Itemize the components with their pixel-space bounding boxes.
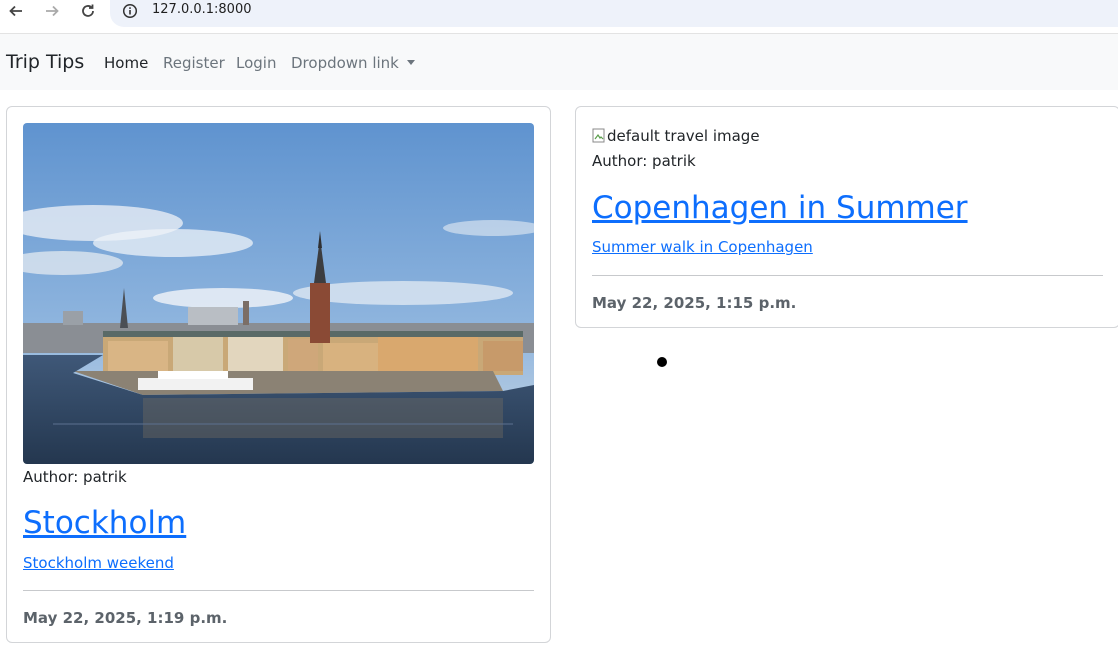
stockholm-photo [23, 123, 534, 464]
post-card-copenhagen: default travel image Author: patrik Cope… [575, 106, 1118, 328]
post-date: May 22, 2025, 1:15 p.m. [592, 294, 797, 312]
image-alt-text: default travel image [607, 127, 760, 145]
mouse-cursor [657, 357, 667, 367]
reload-icon[interactable] [77, 0, 99, 22]
nav-link-home[interactable]: Home [104, 54, 148, 72]
forward-arrow-icon[interactable] [41, 0, 63, 22]
back-arrow-icon[interactable] [5, 0, 27, 22]
address-bar[interactable]: 127.0.0.1:8000 [110, 0, 1118, 27]
post-date: May 22, 2025, 1:19 p.m. [23, 609, 228, 627]
address-url[interactable]: 127.0.0.1:8000 [152, 2, 252, 17]
post-author: Author: patrik [592, 152, 696, 170]
post-card-stockholm: Author: patrik Stockholm Stockholm weeke… [6, 106, 551, 643]
caret-down-icon [406, 60, 415, 65]
default-travel-image: default travel image [592, 127, 760, 145]
nav-link-register[interactable]: Register [163, 54, 225, 72]
card-divider [23, 590, 534, 591]
broken-image-icon [592, 128, 605, 143]
post-subtitle-link[interactable]: Summer walk in Copenhagen [592, 238, 813, 256]
nav-dropdown-toggle[interactable]: Dropdown link [291, 54, 415, 72]
post-title-link[interactable]: Copenhagen in Summer [592, 190, 968, 226]
post-subtitle-link[interactable]: Stockholm weekend [23, 554, 174, 572]
post-author: Author: patrik [23, 468, 127, 486]
nav-link-login[interactable]: Login [236, 54, 276, 72]
nav-dropdown-label: Dropdown link [291, 54, 399, 72]
site-info-icon[interactable] [122, 3, 138, 19]
site-navbar: Trip Tips Home Register Login Dropdown l… [0, 34, 1118, 90]
post-title-link[interactable]: Stockholm [23, 505, 186, 541]
card-divider [592, 275, 1103, 276]
brand-logo-text[interactable]: Trip Tips [6, 51, 84, 73]
browser-toolbar: 127.0.0.1:8000 [0, 0, 1118, 34]
